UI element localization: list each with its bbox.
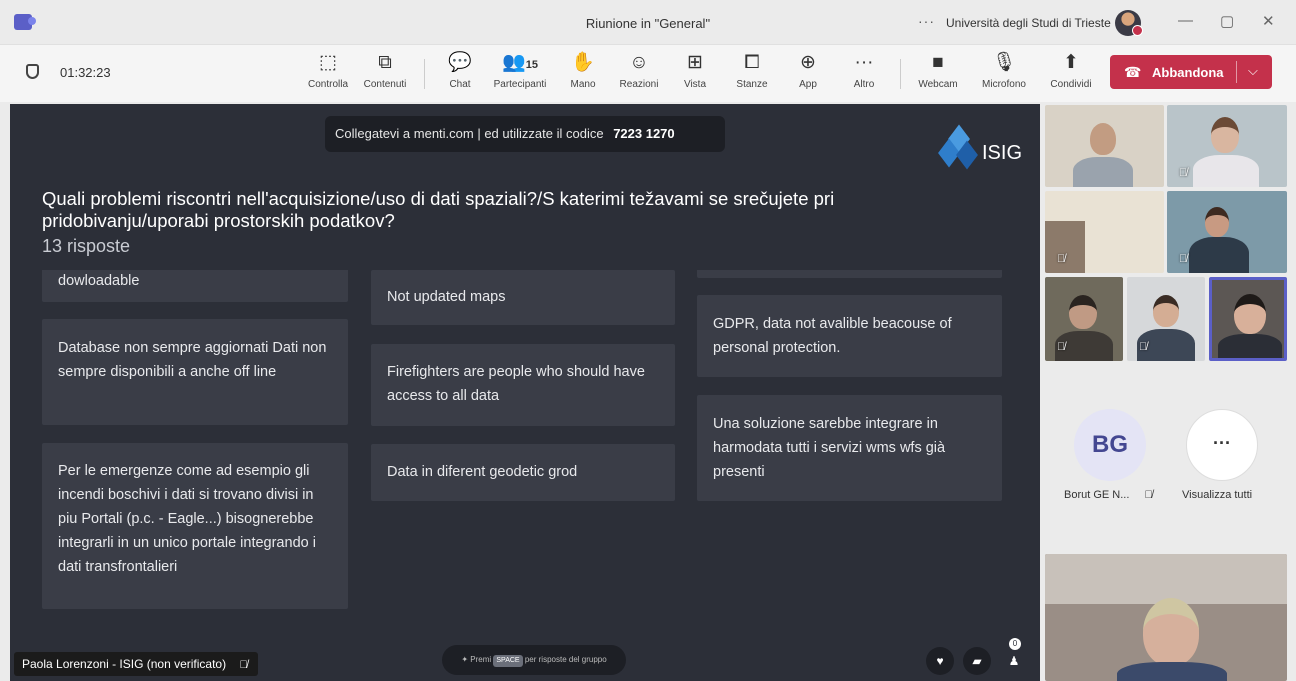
meeting-toolbar: 01:32:23 ⬚ Controlla ⧉ Contenuti 💬 Chat … [0,44,1296,102]
mic-off-icon: 🎙 [991,52,1017,73]
poll-question: Quali problemi riscontri nell'acquisizio… [42,188,835,231]
answer-card: Una soluzione sarebbe integrare in harmo… [697,395,1002,501]
more-button[interactable]: ··· Altro [834,51,894,90]
mic-off-icon: 🎙̸ [1179,167,1188,179]
answer-card: Data in diferent geodetic grod [371,444,675,501]
control-button[interactable]: ⬚ Controlla [298,51,358,90]
participant-video-tile[interactable] [1045,105,1164,187]
mic-off-icon: 🎙̸ [1057,341,1066,353]
mic-off-icon: 🎙̸ [239,659,248,671]
mic-off-icon: 🎙̸ [1057,253,1066,265]
view-all-button[interactable]: ··· [1186,409,1258,481]
participant-label: Borut GE N... 🎙̸ [1064,489,1153,501]
rooms-button[interactable]: ⧠ Stanze [722,51,782,90]
take-control-icon: ⬚ [319,52,337,73]
more-options-icon[interactable]: ··· [918,13,935,29]
raise-hand-button[interactable]: ✋ Mano [553,51,613,90]
view-button[interactable]: ⊞ Vista [665,51,725,90]
participant-video-tile[interactable]: 🎙̸ [1167,191,1287,273]
add-app-icon: ⊕ [800,52,816,73]
person-icon: ♟ [1008,654,1020,668]
join-instructions: Collegatevi a menti.com | ed utilizzate … [325,116,725,152]
responses-count: 13 risposte [42,236,131,256]
rooms-icon: ⧠ [744,52,760,73]
shared-content-stage: Collegatevi a menti.com | ed utilizzate … [10,104,1040,681]
leave-label: Abbandona [1152,65,1224,80]
isig-logo-text: ISIG [982,142,1023,164]
content-button[interactable]: ⧉ Contenuti [355,51,415,90]
chat-icon: 💬 [448,52,472,73]
mic-off-icon: 🎙̸ [1144,489,1153,501]
share-button[interactable]: ⬆ Condividi [1041,51,1101,90]
participant-video-tile-active[interactable] [1209,277,1287,361]
hand-icon: ✋ [571,52,595,73]
leave-button[interactable]: ☎ Abbandona ⌵ [1110,55,1272,89]
sparkle-icon: ✦ [461,655,469,664]
audience-button[interactable]: ♟ [1000,647,1028,675]
participants-icon: 👥15 [502,52,538,73]
content-icon: ⧉ [378,52,392,73]
toolbar-divider [900,59,901,89]
title-bar: Riunione in "General" ··· Università deg… [0,0,1296,44]
ellipsis-icon: ··· [1213,433,1231,453]
participant-video-tile[interactable]: 🎙̸ [1045,277,1123,361]
organization-name[interactable]: Università degli Studi di Trieste [946,16,1111,30]
participant-video-tile[interactable]: 🎙̸ [1167,105,1287,187]
answers-wall: dowloadable Database non sempre aggiorna… [10,270,1040,615]
participant-video-tile[interactable]: 🎙̸ [1045,191,1164,273]
chat-button[interactable]: 💬 Chat [430,51,490,90]
speaker-video-tile[interactable] [1045,554,1287,681]
view-all-label: Visualizza tutti [1182,489,1253,501]
restore-button[interactable]: ▢ [1220,12,1234,30]
heart-reaction-button[interactable]: ♥ [926,647,954,675]
meeting-timer: 01:32:23 [60,65,111,80]
participant-video-tile[interactable]: 🎙̸ [1127,277,1205,361]
answer-card-partial [697,270,1002,278]
minimize-button[interactable]: — [1178,12,1193,29]
answer-card: Database non sempre aggiornati Dati non … [42,319,348,425]
grid-icon: ⊞ [687,52,703,73]
speaker-name-tag: Paola Lorenzoni - ISIG (non verificato) … [14,652,258,676]
group-responses-hint: ✦ Premi SPACE per risposte del gruppo [442,645,626,675]
comment-button[interactable]: ▰ [963,647,991,675]
webcam-button[interactable]: ■ Webcam [908,51,968,90]
smile-icon: ☺ [629,52,649,73]
share-icon: ⬆ [1063,52,1079,73]
answer-card: GDPR, data not avalible beacouse of pers… [697,295,1002,377]
shield-icon [26,64,39,79]
camera-icon: ■ [932,52,944,73]
isig-logo-icon [938,124,978,170]
toolbar-divider [424,59,425,89]
chevron-down-icon[interactable]: ⌵ [1248,63,1258,79]
leave-divider [1236,61,1237,83]
microphone-button[interactable]: 🎙 Microfono [974,51,1034,90]
answer-card: Not updated maps [371,270,675,325]
mic-off-icon: 🎙̸ [1139,341,1148,353]
close-button[interactable]: ✕ [1262,12,1275,30]
answer-card: Firefighters are people who should have … [371,344,675,426]
reactions-button[interactable]: ☺ Reazioni [609,51,669,90]
audience-count-badge: 0 [1009,638,1021,650]
join-text: Collegatevi a menti.com | ed utilizzate … [335,126,604,141]
answer-card: Per le emergenze come ad esempio gli inc… [42,443,348,609]
join-code: 7223 1270 [613,126,675,141]
user-avatar[interactable] [1115,10,1143,36]
space-key-badge: SPACE [493,655,523,667]
participants-button[interactable]: 👥15 Partecipanti [490,51,550,90]
participant-initials-avatar[interactable]: BG [1074,409,1146,481]
hang-up-icon: ☎ [1124,64,1142,80]
mic-off-icon: 🎙̸ [1179,253,1188,265]
apps-button[interactable]: ⊕ App [778,51,838,90]
answer-card: dowloadable [42,270,348,302]
ellipsis-icon: ··· [854,52,874,73]
